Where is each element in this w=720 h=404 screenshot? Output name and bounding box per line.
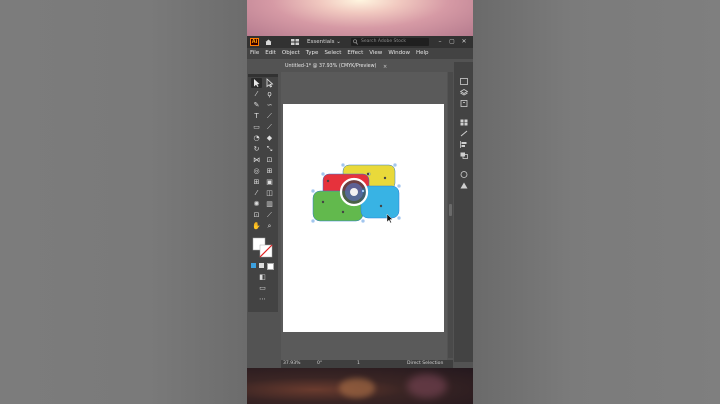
tools-panel-header[interactable] bbox=[248, 74, 278, 77]
artwork[interactable] bbox=[283, 104, 444, 332]
close-button[interactable]: ✕ bbox=[459, 37, 469, 47]
illustrator-window: Ai Essentials ⌄ Search Adobe Stock – ▢ ✕… bbox=[247, 36, 473, 368]
scrollbar-thumb[interactable] bbox=[449, 204, 452, 216]
shape-builder-icon[interactable]: ◎ bbox=[251, 166, 262, 176]
menu-window[interactable]: Window bbox=[385, 48, 413, 59]
gradient-mode-icon[interactable] bbox=[259, 263, 264, 268]
rectangle-icon[interactable]: ▭ bbox=[251, 122, 262, 132]
workspace-label: Essentials bbox=[307, 39, 335, 45]
appearance-icon[interactable] bbox=[460, 171, 468, 178]
bokeh-light bbox=[407, 374, 447, 398]
menu-object[interactable]: Object bbox=[279, 48, 303, 59]
artboard-number[interactable]: 1 bbox=[357, 360, 360, 368]
pen-icon[interactable]: ✎ bbox=[251, 100, 262, 110]
video-frame: Ai Essentials ⌄ Search Adobe Stock – ▢ ✕… bbox=[247, 0, 473, 404]
curvature-icon[interactable]: ∽ bbox=[264, 100, 275, 110]
shaper-icon[interactable]: ◔ bbox=[251, 133, 262, 143]
zoom-icon[interactable]: ⌕ bbox=[264, 221, 275, 231]
layers-icon[interactable] bbox=[460, 89, 468, 96]
gradient-icon[interactable]: ▣ bbox=[264, 177, 275, 187]
none-mode-icon[interactable] bbox=[267, 263, 274, 270]
brushes-icon[interactable] bbox=[460, 130, 468, 137]
align-icon[interactable] bbox=[460, 141, 468, 148]
line-icon[interactable]: ⟋ bbox=[264, 111, 275, 121]
blurred-bottom-strip bbox=[247, 368, 473, 404]
more-tools-icon[interactable]: ⋯ bbox=[257, 294, 268, 304]
title-bar: Ai Essentials ⌄ Search Adobe Stock – ▢ ✕ bbox=[247, 36, 473, 48]
menu-select[interactable]: Select bbox=[321, 48, 344, 59]
app-logo: Ai bbox=[250, 38, 259, 46]
current-tool-label: Direct Selection bbox=[407, 361, 444, 366]
canvas-area[interactable] bbox=[281, 72, 447, 360]
paintbrush-icon[interactable]: ⟋ bbox=[264, 122, 275, 132]
screen-mode-icon[interactable]: ▭ bbox=[257, 283, 268, 293]
search-input[interactable]: Search Adobe Stock bbox=[361, 38, 406, 46]
color-mode-icon[interactable] bbox=[251, 263, 256, 268]
artboard[interactable] bbox=[283, 104, 444, 332]
symbol-sprayer-icon[interactable]: ✺ bbox=[251, 199, 262, 209]
menu-edit[interactable]: Edit bbox=[262, 48, 279, 59]
type-icon[interactable]: T bbox=[251, 111, 262, 121]
mesh-icon[interactable]: ⊞ bbox=[251, 177, 262, 187]
eyedropper-icon[interactable]: ⁄ bbox=[251, 188, 262, 198]
rotation-value[interactable]: 0° bbox=[317, 360, 322, 368]
panels-dock bbox=[454, 62, 473, 362]
tools-panel: ⁄ ϙ ✎ ∽ T ⟋ ▭ ⟋ ◔ ◆ ↻ ⤡ ⋈ ⊡ ◎ ⊞ ⊞ ▣ ⁄ ◫ … bbox=[248, 74, 278, 312]
swatches-icon[interactable] bbox=[460, 119, 468, 126]
menu-bar: File Edit Object Type Select Effect View… bbox=[247, 48, 473, 59]
scale-icon[interactable]: ⤡ bbox=[264, 144, 275, 154]
workspace-switcher[interactable]: Essentials ⌄ bbox=[307, 37, 341, 47]
rotate-icon[interactable]: ↻ bbox=[251, 144, 262, 154]
slice-icon[interactable]: ⟋ bbox=[264, 210, 275, 220]
menu-effect[interactable]: Effect bbox=[344, 48, 366, 59]
column-graph-icon[interactable]: ▥ bbox=[264, 199, 275, 209]
graphic-styles-icon[interactable] bbox=[460, 182, 468, 189]
magic-wand-icon[interactable]: ⁄ bbox=[251, 89, 262, 99]
libraries-icon[interactable] bbox=[460, 100, 468, 107]
maximize-button[interactable]: ▢ bbox=[447, 37, 457, 47]
blurred-background-left bbox=[0, 0, 247, 404]
chevron-down-icon: ⌄ bbox=[336, 39, 341, 45]
menu-type[interactable]: Type bbox=[303, 48, 322, 59]
stock-search[interactable]: Search Adobe Stock bbox=[351, 38, 429, 46]
blurred-background-right bbox=[473, 0, 720, 404]
home-icon[interactable] bbox=[265, 39, 272, 45]
bokeh-light bbox=[339, 378, 375, 398]
blurred-top-strip bbox=[247, 0, 473, 36]
hand-icon[interactable]: ✋ bbox=[251, 221, 262, 231]
document-tab[interactable]: Untitled-1* @ 37.93% (CMYK/Preview) bbox=[281, 62, 381, 72]
width-icon[interactable]: ⋈ bbox=[251, 155, 262, 165]
close-tab-icon[interactable]: × bbox=[383, 62, 387, 72]
search-icon bbox=[353, 39, 358, 45]
blend-icon[interactable]: ◫ bbox=[264, 188, 275, 198]
perspective-icon[interactable]: ⊞ bbox=[264, 166, 275, 176]
draw-mode-icon[interactable]: ◧ bbox=[257, 272, 268, 282]
minimize-button[interactable]: – bbox=[435, 37, 445, 47]
direct-selection-tool-icon[interactable] bbox=[264, 78, 275, 88]
properties-icon[interactable] bbox=[460, 78, 468, 85]
arrange-documents-icon[interactable] bbox=[291, 39, 299, 45]
menu-view[interactable]: View bbox=[366, 48, 385, 59]
status-bar: 37.93% 0° 1 Direct Selection bbox=[281, 360, 453, 368]
menu-file[interactable]: File bbox=[247, 48, 262, 59]
fill-stroke-swatch[interactable] bbox=[252, 237, 274, 259]
eraser-icon[interactable]: ◆ bbox=[264, 133, 275, 143]
artboard-icon[interactable]: ⊡ bbox=[251, 210, 262, 220]
free-transform-icon[interactable]: ⊡ bbox=[264, 155, 275, 165]
pathfinder-icon[interactable] bbox=[460, 152, 468, 159]
zoom-level[interactable]: 37.93% bbox=[283, 360, 301, 368]
lasso-icon[interactable]: ϙ bbox=[264, 89, 275, 99]
vertical-scrollbar[interactable] bbox=[448, 72, 453, 358]
document-tab-bar: Untitled-1* @ 37.93% (CMYK/Preview) × bbox=[281, 62, 447, 72]
menu-help[interactable]: Help bbox=[413, 48, 432, 59]
selection-tool-icon[interactable] bbox=[251, 78, 262, 88]
